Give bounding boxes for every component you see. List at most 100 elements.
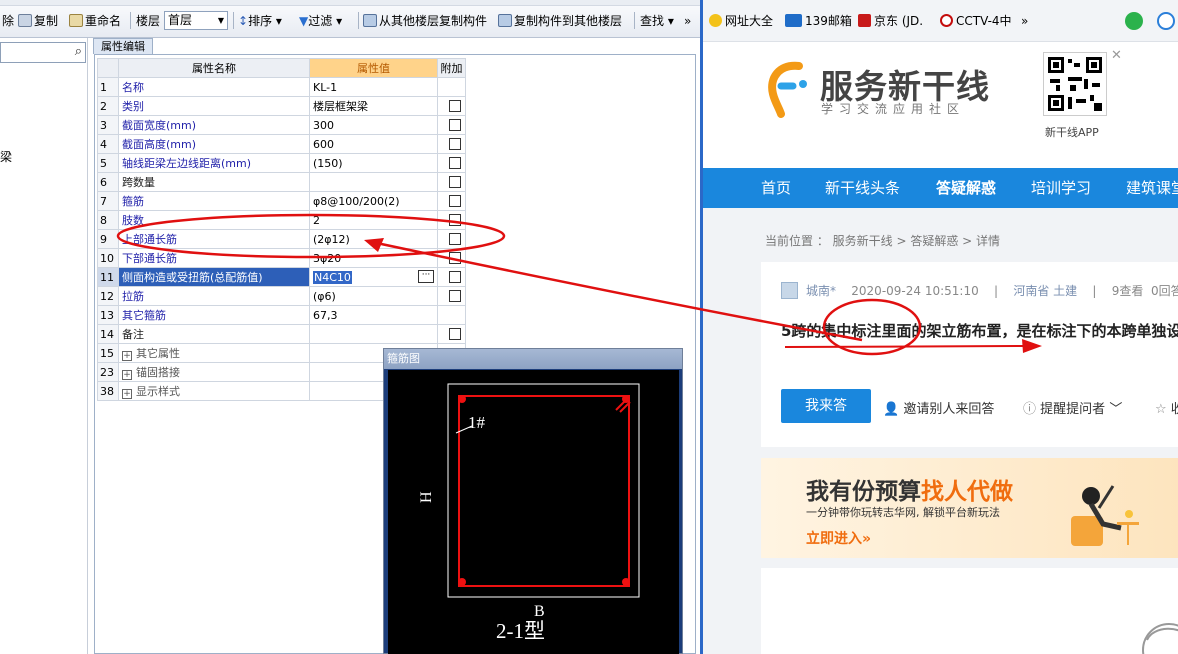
bookmark-cctv4[interactable]: CCTV-4中 <box>940 13 1012 29</box>
property-value[interactable]: 2 <box>309 210 438 230</box>
attach-checkbox[interactable] <box>449 118 461 131</box>
table-row[interactable]: 5 轴线距梁左边线距离(mm) (150) <box>97 153 466 173</box>
banner-cta[interactable]: 立即进入» <box>806 528 871 548</box>
header-property-name[interactable]: 属性名称 <box>118 58 310 78</box>
nav-item-home[interactable]: 首页 <box>761 179 791 197</box>
table-row[interactable]: 9 上部通长筋 (2φ12) <box>97 229 466 249</box>
bookmark-jd[interactable]: 京东 (JD. <box>858 13 923 29</box>
wechat-icon[interactable] <box>1125 12 1146 32</box>
property-name[interactable]: 名称 <box>118 77 310 97</box>
delete-button[interactable]: 除 <box>2 12 14 30</box>
bookmark-site-nav[interactable]: 网址大全 <box>709 13 773 29</box>
property-value[interactable]: (φ6) <box>309 286 438 306</box>
group-name[interactable]: + 显示样式 <box>118 381 310 401</box>
property-name[interactable]: 上部通长筋 <box>118 229 310 249</box>
answer-button[interactable]: 我来答 <box>781 389 871 423</box>
property-value[interactable]: KL-1 <box>309 77 438 97</box>
property-name[interactable]: 肢数 <box>118 210 310 230</box>
search-icon[interactable]: ⌕ <box>75 44 82 59</box>
close-icon[interactable]: ✕ <box>1111 48 1122 63</box>
promo-banner[interactable]: 我有份预算找人代做 一分钟带你玩转志华网, 解锁平台新玩法 立即进入» <box>761 458 1178 558</box>
nav-item-classroom[interactable]: 建筑课堂 <box>1126 179 1178 197</box>
filter-button[interactable]: ▼过滤 ▾ <box>299 12 342 30</box>
property-value[interactable] <box>309 172 438 192</box>
attach-checkbox[interactable] <box>449 194 461 207</box>
property-name[interactable]: 其它箍筋 <box>118 305 310 325</box>
copy-to-floor-button[interactable]: 复制构件到其他楼层 <box>498 12 622 30</box>
copy-from-floor-button[interactable]: 从其他楼层复制构件 <box>363 12 487 30</box>
property-value[interactable] <box>309 324 438 344</box>
post-location[interactable]: 河南省 土建 <box>1013 284 1077 298</box>
search-input[interactable]: ⌕ <box>0 42 86 63</box>
attach-checkbox[interactable] <box>449 156 461 169</box>
property-name[interactable]: 截面高度(mm) <box>118 134 310 154</box>
header-attach[interactable]: 附加 <box>437 58 466 78</box>
attach-checkbox[interactable] <box>449 232 461 245</box>
attach-checkbox[interactable] <box>449 99 461 112</box>
attach-checkbox[interactable] <box>449 175 461 188</box>
property-value[interactable]: 600 <box>309 134 438 154</box>
remind-asker-link[interactable]: ⓘ 提醒提问者 ﹀ <box>1023 398 1122 417</box>
property-value[interactable]: 67,3 <box>309 305 438 325</box>
property-name[interactable]: 箍筋 <box>118 191 310 211</box>
expand-icon[interactable]: + <box>122 350 132 361</box>
table-row[interactable]: 2 类别 楼层框架梁 <box>97 96 466 116</box>
table-row[interactable]: 12 拉筋 (φ6) <box>97 286 466 306</box>
property-value-editor[interactable]: N4C10 ··· <box>309 267 438 287</box>
bookmark-139mail[interactable]: 139邮箱 <box>785 13 852 29</box>
stirrup-window-title[interactable]: 箍筋图 <box>384 349 682 369</box>
floor-select[interactable]: 首层 ▼ <box>164 11 228 30</box>
property-name[interactable]: 拉筋 <box>118 286 310 306</box>
table-row[interactable]: 6 跨数量 <box>97 172 466 192</box>
table-row[interactable]: 1 名称 KL-1 <box>97 77 466 97</box>
component-tree-item[interactable]: 梁 <box>0 148 12 165</box>
nav-item-headlines[interactable]: 新干线头条 <box>825 179 900 197</box>
property-value[interactable]: 300 <box>309 115 438 135</box>
favorite-link[interactable]: ☆ 收藏 <box>1155 398 1178 417</box>
expand-icon[interactable]: + <box>122 388 132 399</box>
tab-property-edit[interactable]: 属性编辑 <box>93 38 153 54</box>
table-row[interactable]: 13 其它箍筋 67,3 <box>97 305 466 325</box>
table-row[interactable]: 3 截面宽度(mm) 300 <box>97 115 466 135</box>
nav-item-training[interactable]: 培训学习 <box>1031 179 1091 197</box>
property-name[interactable]: 轴线距梁左边线距离(mm) <box>118 153 310 173</box>
expand-icon[interactable]: + <box>122 369 132 380</box>
property-value[interactable]: N4C10 <box>313 270 352 284</box>
sort-button[interactable]: ↕排序 ▾ <box>238 12 282 30</box>
table-row[interactable]: 8 肢数 2 <box>97 210 466 230</box>
property-name[interactable]: 下部通长筋 <box>118 248 310 268</box>
group-name[interactable]: + 锚固搭接 <box>118 362 310 382</box>
property-value[interactable]: (2φ12) <box>309 229 438 249</box>
header-property-value[interactable]: 属性值 <box>309 58 438 78</box>
group-name[interactable]: + 其它属性 <box>118 343 310 363</box>
property-name[interactable]: 截面宽度(mm) <box>118 115 310 135</box>
attach-checkbox[interactable] <box>449 289 461 302</box>
toolbar-more-button[interactable]: » <box>684 12 691 30</box>
property-value[interactable]: (150) <box>309 153 438 173</box>
attach-checkbox[interactable] <box>449 213 461 226</box>
find-button[interactable]: 查找 ▾ <box>640 12 674 30</box>
property-value[interactable]: φ8@100/200(2) <box>309 191 438 211</box>
copy-button[interactable]: 复制 <box>18 12 58 30</box>
property-name[interactable]: 侧面构造或受扭筋(总配筋值) <box>118 267 310 287</box>
attach-checkbox[interactable] <box>449 270 461 283</box>
minimize-icon[interactable] <box>1157 12 1178 32</box>
table-row[interactable]: 11 侧面构造或受扭筋(总配筋值) N4C10 ··· <box>97 267 466 287</box>
property-name[interactable]: 跨数量 <box>118 172 310 192</box>
author-name[interactable]: 城南* <box>806 284 836 298</box>
property-name[interactable]: 类别 <box>118 96 310 116</box>
invite-answer-link[interactable]: 👤 邀请别人来回答 <box>883 398 994 417</box>
attach-checkbox[interactable] <box>449 251 461 264</box>
table-row[interactable]: 14 备注 <box>97 324 466 344</box>
attach-checkbox[interactable] <box>449 137 461 150</box>
table-row[interactable]: 10 下部通长筋 3φ20 <box>97 248 466 268</box>
property-value[interactable]: 楼层框架梁 <box>309 96 438 116</box>
site-logo-icon[interactable] <box>761 56 811 118</box>
property-name[interactable]: 备注 <box>118 324 310 344</box>
more-options-icon[interactable]: ··· <box>418 270 434 283</box>
table-row[interactable]: 4 截面高度(mm) 600 <box>97 134 466 154</box>
nav-item-qa[interactable]: 答疑解惑 <box>936 179 996 197</box>
bookmark-more[interactable]: » <box>1021 13 1028 29</box>
avatar[interactable] <box>781 282 798 299</box>
property-value[interactable]: 3φ20 <box>309 248 438 268</box>
